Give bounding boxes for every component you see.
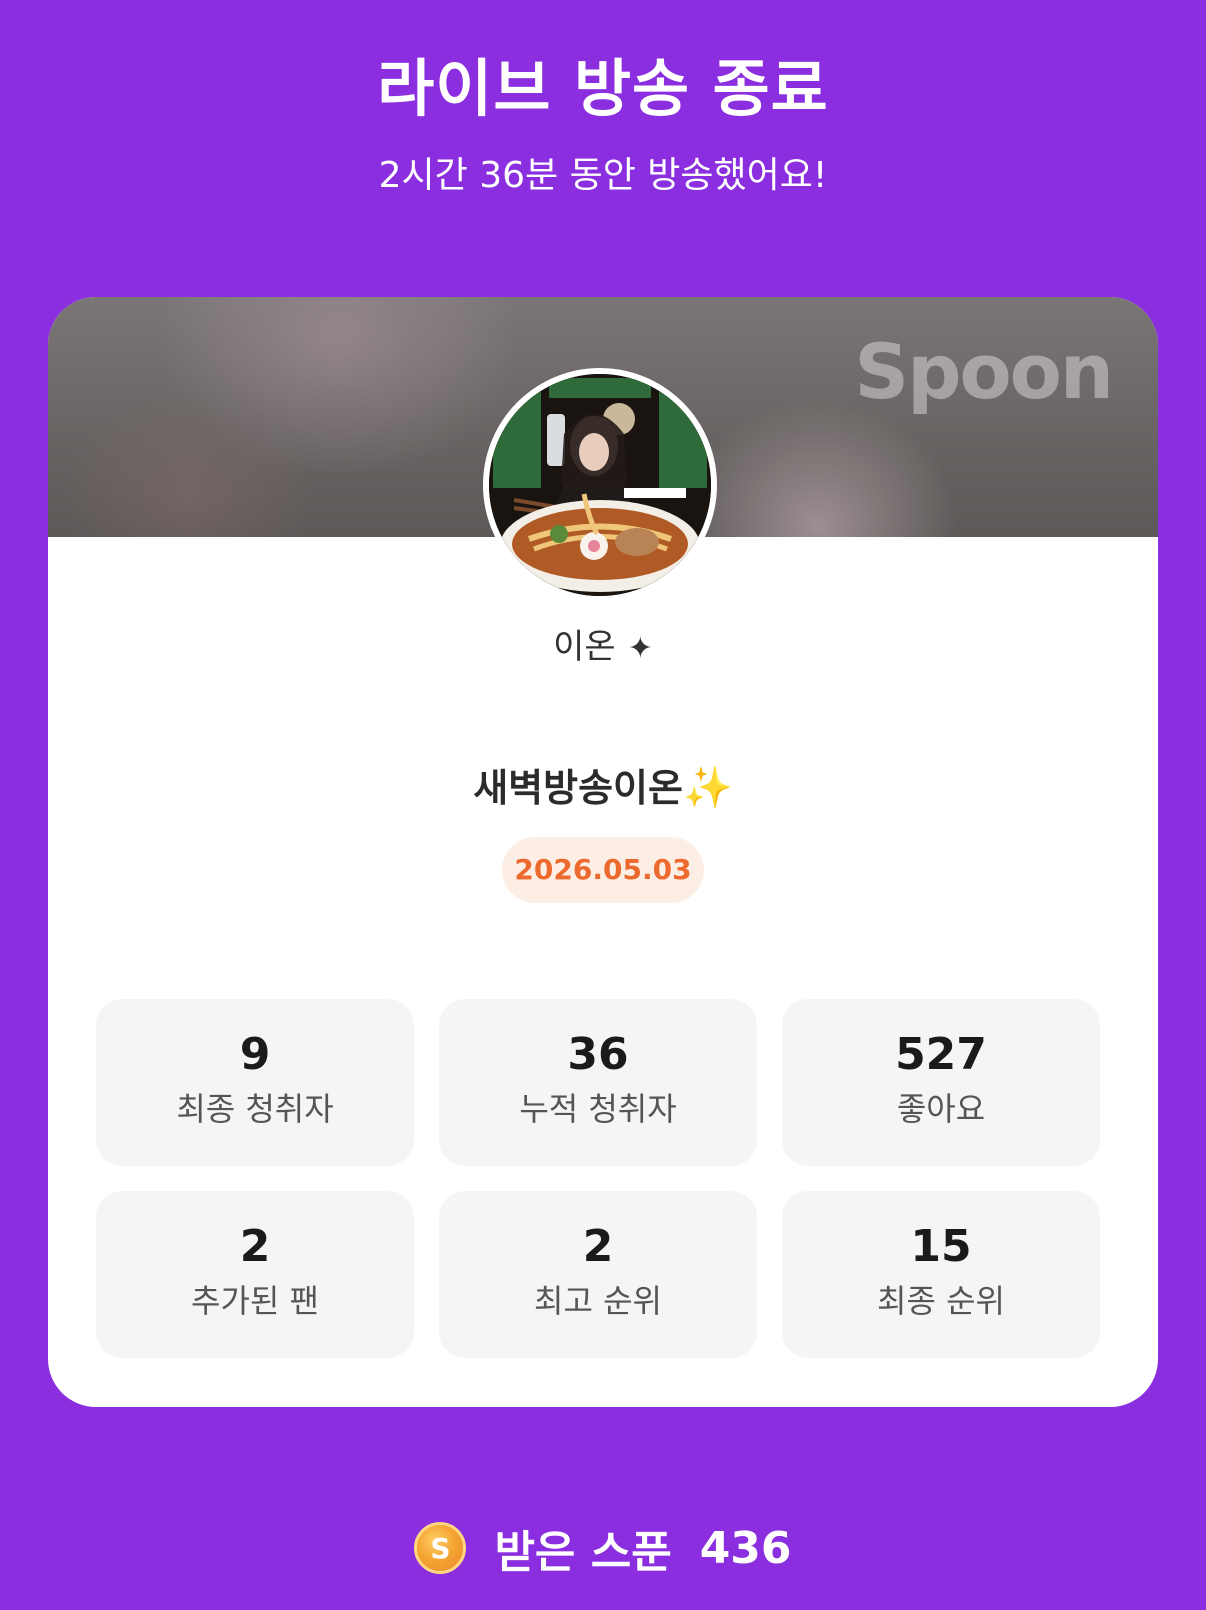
date-badge: 2026.05.03 [502,837,704,903]
sparkles-emoji-icon: ✨ [682,765,733,811]
received-spoons: S 받은 스푼 436 [0,1520,1206,1578]
stat-value: 2 [582,1221,614,1272]
spoon-logo: Spoon [854,327,1114,416]
page-title: 라이브 방송 종료 [377,52,829,125]
stat-final-rank: 15 최종 순위 [782,1191,1100,1358]
stat-new-fans: 2 추가된 팬 [96,1191,414,1358]
spoon-coin-icon: S [414,1522,467,1574]
stat-value: 9 [239,1029,271,1080]
stat-label: 추가된 팬 [191,1282,319,1320]
stat-label: 최종 순위 [877,1282,1005,1320]
stat-label: 좋아요 [896,1090,986,1128]
stat-label: 누적 청취자 [519,1090,677,1128]
stat-value: 2 [239,1221,271,1272]
broadcast-duration: 2시간 36분 동안 방송했어요! [378,155,828,196]
sparkle-icon: ✦ [627,631,653,666]
stat-total-listeners: 36 누적 청취자 [439,999,757,1166]
stat-best-rank: 2 최고 순위 [439,1191,757,1358]
live-title-text: 새벽방송이온 [473,766,683,810]
stat-label: 최종 청취자 [176,1090,334,1128]
received-spoons-count: 436 [699,1522,792,1574]
stat-final-listeners: 9 최종 청취자 [96,999,414,1166]
avatar-image [489,374,711,596]
received-spoons-label: 받은 스푼 [494,1527,672,1578]
live-title: 새벽방송이온✨ [48,757,1158,812]
avatar[interactable] [483,368,717,602]
stat-value: 15 [910,1221,972,1272]
stat-label: 최고 순위 [534,1282,662,1320]
stat-value: 527 [895,1029,987,1080]
stats-grid: 9 최종 청취자 36 누적 청취자 527 좋아요 2 추가된 팬 2 최고 … [96,999,1100,1358]
summary-card: Spoon 이온 ✦ 새벽방송이온✨ 2026.05.03 9 최종 청취자 3… [48,297,1158,1407]
stat-likes: 527 좋아요 [782,999,1100,1166]
host-name-row[interactable]: 이온 ✦ [48,619,1158,668]
stat-value: 36 [567,1029,629,1080]
host-name: 이온 [553,627,616,667]
